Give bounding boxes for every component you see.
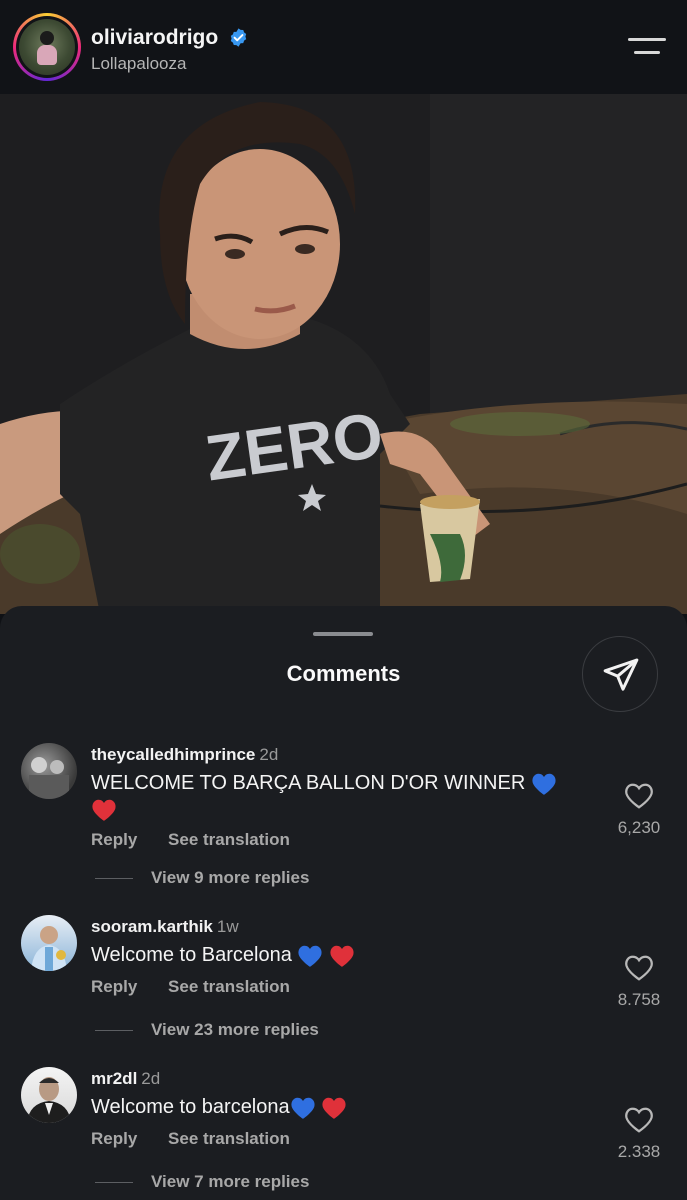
verified-badge-icon — [230, 28, 247, 47]
red-heart-icon — [330, 945, 354, 967]
blue-heart-icon — [291, 1097, 315, 1119]
like-heart-icon[interactable] — [624, 1106, 654, 1134]
avatar-image — [27, 1077, 71, 1123]
comment-avatar[interactable] — [21, 915, 77, 971]
send-button[interactable] — [582, 636, 658, 712]
see-translation-button[interactable]: See translation — [168, 977, 290, 996]
drag-handle[interactable] — [313, 632, 373, 636]
comment-username[interactable]: mr2dl 2d — [91, 1069, 160, 1089]
see-translation-button[interactable]: See translation — [168, 1129, 290, 1148]
like-count: 6,230 — [617, 818, 661, 837]
menu-icon[interactable] — [628, 34, 666, 60]
view-replies-button[interactable]: View 9 more replies — [95, 868, 309, 888]
avatar-image — [29, 757, 69, 799]
comment-text: Welcome to barcelona — [91, 1094, 591, 1120]
comment-username[interactable]: theycalledhimprince 2d — [91, 745, 278, 765]
username[interactable]: oliviarodrigo — [91, 26, 218, 50]
photo-illustration: ZERO — [0, 94, 687, 614]
view-replies-button[interactable]: View 23 more replies — [95, 1020, 319, 1040]
comment-text: Welcome to Barcelona — [91, 942, 591, 968]
comment-actions: Reply See translation — [91, 1129, 290, 1149]
see-translation-button[interactable]: See translation — [168, 830, 290, 849]
avatar-image — [31, 926, 67, 971]
view-replies-button[interactable]: View 7 more replies — [95, 1172, 309, 1192]
comment-text: WELCOME TO BARÇA BALLON D'OR WINNER — [91, 770, 591, 822]
blue-heart-icon — [532, 773, 556, 795]
like-count: 8.758 — [617, 990, 661, 1009]
comment-avatar[interactable] — [21, 1067, 77, 1123]
post-photo[interactable]: ZERO — [0, 94, 687, 614]
reply-button[interactable]: Reply — [91, 1129, 137, 1148]
location-label[interactable]: Lollapalooza — [91, 54, 186, 74]
red-heart-icon — [322, 1097, 346, 1119]
profile-avatar[interactable] — [13, 13, 81, 81]
comment-actions: Reply See translation — [91, 977, 290, 997]
comment-actions: Reply See translation — [91, 830, 290, 850]
like-heart-icon[interactable] — [624, 954, 654, 982]
red-heart-icon — [92, 799, 116, 821]
comment-avatar[interactable] — [21, 743, 77, 799]
blue-heart-icon — [298, 945, 322, 967]
post-header: oliviarodrigo Lollapalooza — [0, 0, 687, 94]
reply-button[interactable]: Reply — [91, 977, 137, 996]
like-heart-icon[interactable] — [624, 782, 654, 810]
comments-sheet: Comments theycalledhimprince 2d WELCOME T… — [0, 606, 687, 1200]
send-icon — [603, 658, 639, 691]
reply-button[interactable]: Reply — [91, 830, 137, 849]
like-count: 2.338 — [617, 1142, 661, 1161]
comment-username[interactable]: sooram.karthik 1w — [91, 917, 239, 937]
